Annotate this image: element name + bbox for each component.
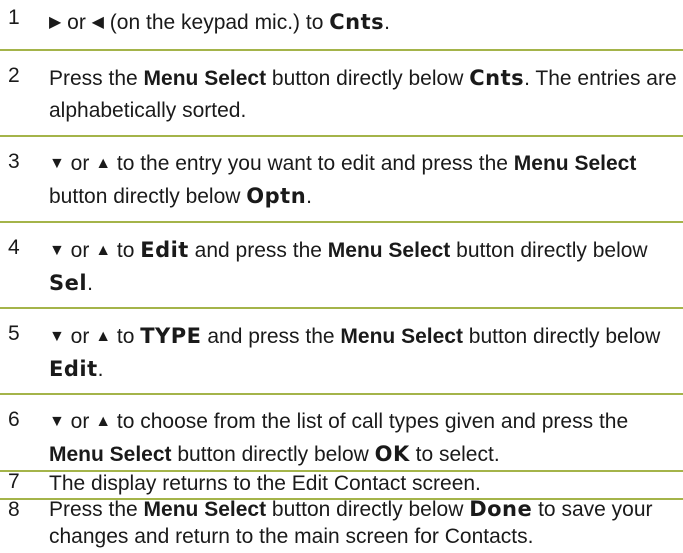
menu-select-label: Menu Select <box>143 67 267 90</box>
display-label: Sel <box>49 271 88 295</box>
step-number: 1 <box>8 6 20 29</box>
down-arrow-icon: ▼ <box>49 155 65 172</box>
display-label: Cnts <box>469 66 525 90</box>
up-arrow-icon: ▲ <box>95 413 112 430</box>
display-label: TYPE <box>140 324 202 348</box>
down-arrow-icon: ▼ <box>49 328 65 345</box>
step-text: ▼ or ▲ to Edit and press the Menu Select… <box>49 234 679 300</box>
menu-select-label: Menu Select <box>143 498 267 521</box>
step-number: 8 <box>8 498 20 521</box>
step-text: ▼ or ▲ to choose from the list of call t… <box>49 406 679 471</box>
menu-select-label: Menu Select <box>327 239 451 262</box>
step-number: 2 <box>8 64 20 87</box>
display-label: OK <box>374 442 410 466</box>
display-label: Done <box>469 497 533 521</box>
step-text: ▶ or ◀ (on the keypad mic.) to Cnts. <box>49 6 679 39</box>
display-label: Edit <box>140 238 189 262</box>
right-arrow-icon: ▶ <box>49 14 62 31</box>
step-text: Press the Menu Select button directly be… <box>49 66 677 122</box>
display-label: Edit <box>49 357 98 381</box>
left-arrow-icon: ◀ <box>91 14 104 31</box>
up-arrow-icon: ▲ <box>95 242 112 259</box>
menu-select-label: Menu Select <box>49 443 172 466</box>
divider <box>0 221 683 223</box>
divider <box>0 393 683 395</box>
down-arrow-icon: ▼ <box>49 242 65 259</box>
up-arrow-icon: ▲ <box>95 155 112 172</box>
step-number: 6 <box>8 408 20 431</box>
step-text: Press the Menu Select button directly be… <box>49 497 653 548</box>
step-number: 3 <box>8 150 20 173</box>
menu-select-label: Menu Select <box>513 152 637 175</box>
step-number: 5 <box>8 322 20 345</box>
divider <box>0 307 683 309</box>
step-text: ▼ or ▲ to the entry you want to edit and… <box>49 148 679 213</box>
up-arrow-icon: ▲ <box>95 328 112 345</box>
step-number: 4 <box>8 236 20 259</box>
divider <box>0 49 683 51</box>
menu-select-label: Menu Select <box>340 325 463 348</box>
step-text: ▼ or ▲ to TYPE and press the Menu Select… <box>49 320 679 386</box>
down-arrow-icon: ▼ <box>49 413 65 430</box>
display-label: Optn <box>246 184 307 208</box>
display-label: Cnts <box>329 10 385 34</box>
step-number: 7 <box>8 470 20 493</box>
divider <box>0 135 683 137</box>
